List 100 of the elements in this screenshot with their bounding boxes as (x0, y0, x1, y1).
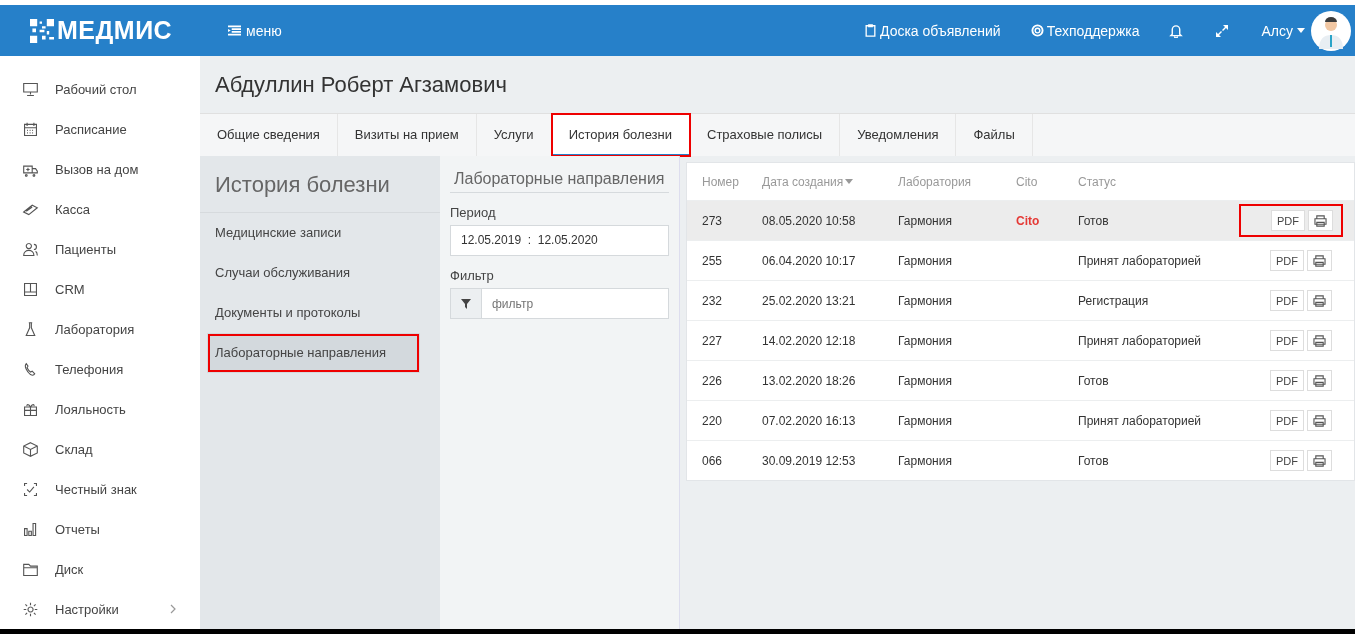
board-icon (22, 280, 39, 298)
bell-icon[interactable] (1169, 23, 1184, 38)
table-cell-text: Гармония (898, 213, 953, 228)
printer-icon (1313, 454, 1326, 467)
table-row[interactable]: 066 30.09.2019 12:53 Гармония Готов PDF (687, 440, 1354, 480)
table-cell-text: 232 (701, 293, 724, 308)
table-row[interactable]: 273 08.05.2020 10:58 Гармония Cito Готов PDF (687, 200, 1354, 240)
users-icon (22, 240, 39, 258)
filter-input[interactable]: фильтр (482, 288, 669, 319)
pdf-button[interactable]: PDF (1270, 370, 1304, 391)
tab[interactable]: История болезни (551, 114, 690, 156)
monitor-icon (22, 80, 39, 98)
table-cell-text: 066 (701, 453, 724, 468)
table-cell-text: Гармония (898, 293, 953, 308)
menu-icon (228, 24, 241, 37)
table-cell-text: Готов (1078, 373, 1110, 388)
printer-icon (1313, 294, 1326, 307)
table-cell-text: Гармония (898, 253, 953, 268)
section-nav-item[interactable]: Лабораторные направления (207, 333, 420, 373)
user-menu[interactable]: Алсу (1261, 22, 1305, 39)
print-button[interactable] (1307, 410, 1332, 431)
table-cell-text: 255 (701, 253, 724, 268)
print-button[interactable] (1308, 210, 1333, 231)
sidebar-item[interactable]: Рабочий стол (0, 69, 200, 109)
sidebar-item[interactable]: Телефония (0, 349, 200, 389)
patient-name: Абдуллин Роберт Агзамович (214, 71, 508, 99)
pdf-button[interactable]: PDF (1270, 450, 1304, 471)
expand-icon[interactable] (1215, 23, 1230, 38)
table-cell-text: Принят лабораторией (1078, 253, 1203, 268)
print-button[interactable] (1307, 370, 1332, 391)
board-link[interactable]: Доска объявлений (864, 22, 1001, 39)
sidebar-item[interactable]: Пациенты (0, 229, 200, 269)
sidebar-item[interactable]: Расписание (0, 109, 200, 149)
sidebar-item[interactable]: Лаборатория (0, 309, 200, 349)
pdf-button[interactable]: PDF (1271, 210, 1305, 231)
section-nav-item[interactable]: Случаи обслуживания (200, 253, 440, 293)
sidebar-item[interactable]: Касса (0, 189, 200, 229)
table-cell-text: Гармония (898, 413, 953, 428)
pdf-button[interactable]: PDF (1270, 250, 1304, 271)
avatar[interactable] (1311, 10, 1351, 51)
table-cell-text: 14.02.2020 12:18 (762, 333, 857, 348)
sidebar-item[interactable]: Честный знак (0, 469, 200, 509)
bar-chart-icon (22, 520, 39, 538)
column-header: Cito (1016, 174, 1039, 189)
table-row[interactable]: 232 25.02.2020 13:21 Гармония Регистрация PDF (687, 280, 1354, 320)
clipboard-icon (864, 24, 877, 37)
print-button[interactable] (1307, 330, 1332, 351)
funnel-icon (461, 298, 471, 309)
menu-button[interactable]: меню (228, 22, 282, 39)
pdf-button[interactable]: PDF (1270, 290, 1304, 311)
table-cell-text: Принят лабораторией (1078, 413, 1203, 428)
table-row[interactable]: 226 13.02.2020 18:26 Гармония Готов PDF (687, 360, 1354, 400)
table-cell-text: 08.05.2020 10:58 (762, 213, 857, 228)
box-icon (22, 440, 39, 458)
sidebar-item[interactable]: Склад (0, 429, 200, 469)
pdf-button[interactable]: PDF (1270, 330, 1304, 351)
table-cell-text: 227 (701, 333, 724, 348)
table-cell-text: 220 (701, 413, 724, 428)
table-cell-text: 07.02.2020 16:13 (762, 413, 857, 428)
logo[interactable]: МЕДМИС (57, 16, 173, 45)
date-range-field[interactable]: 12.05.2019 : 12.05.2020 (450, 225, 669, 256)
column-header: Номер (701, 174, 740, 189)
table-row[interactable]: 220 07.02.2020 16:13 Гармония Принят лабораторией PDF (687, 400, 1354, 440)
sidebar-item[interactable]: Диск (0, 549, 200, 589)
print-button[interactable] (1307, 450, 1332, 471)
print-button[interactable] (1307, 250, 1332, 271)
section-nav-item[interactable]: Документы и протоколы (200, 293, 440, 333)
table-cell-text: 30.09.2019 12:53 (762, 453, 857, 468)
tab[interactable]: Файлы (956, 114, 1033, 156)
sort-caret-icon (845, 179, 854, 184)
table-cell-text: 06.04.2020 10:17 (762, 253, 857, 268)
table-cell-text: Готов (1078, 213, 1110, 228)
column-header: Лаборатория (898, 174, 973, 189)
sidebar-item[interactable]: Отчеты (0, 509, 200, 549)
filter-panel-title: Лабораторные направления (450, 170, 669, 193)
table-row[interactable]: 227 14.02.2020 12:18 Гармония Принят лабораторией PDF (687, 320, 1354, 360)
tab[interactable]: Уведомления (840, 114, 957, 156)
sidebar-item[interactable]: Лояльность (0, 389, 200, 429)
table-cell-text: Гармония (898, 333, 953, 348)
table-cell-text: Регистрация (1078, 293, 1150, 308)
cito-label: Cito (1016, 213, 1040, 228)
pdf-button[interactable]: PDF (1270, 410, 1304, 431)
tab[interactable]: Страховые полисы (690, 114, 841, 156)
printer-icon (1313, 414, 1326, 427)
lifebuoy-icon (1030, 24, 1044, 37)
support-link[interactable]: Техподдержка (1030, 22, 1140, 39)
sidebar-item[interactable]: Настройки (0, 589, 200, 629)
qr-logo-icon (30, 18, 54, 43)
filter-label: Фильтр (450, 268, 495, 283)
section-nav-item[interactable]: Медицинские записи (200, 213, 440, 253)
sidebar-item[interactable]: CRM (0, 269, 200, 309)
table-row[interactable]: 255 06.04.2020 10:17 Гармония Принят лабораторией PDF (687, 240, 1354, 280)
table-cell-text: 13.02.2020 18:26 (762, 373, 857, 388)
sidebar-item[interactable]: Вызов на дом (0, 149, 200, 189)
table-cell-text: Принят лабораторией (1078, 333, 1203, 348)
printer-icon (1313, 254, 1326, 267)
table-cell-text: Готов (1078, 453, 1110, 468)
caret-icon (1297, 28, 1305, 33)
print-button[interactable] (1307, 290, 1332, 311)
printer-icon (1313, 334, 1326, 347)
